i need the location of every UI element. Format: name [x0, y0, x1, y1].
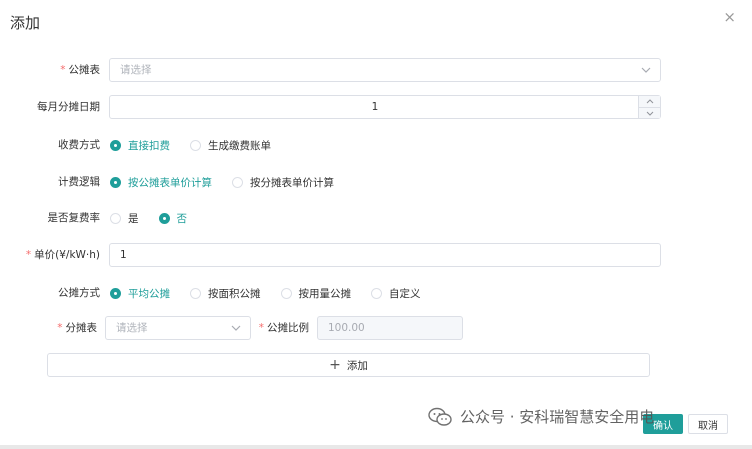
radio-label: 否: [176, 212, 188, 225]
radio-dot: [110, 139, 121, 151]
chevron-down-icon: [230, 317, 242, 339]
gongtan-table-placeholder: 请选择: [120, 64, 152, 76]
radio-custom[interactable]: 自定义: [371, 286, 421, 301]
chevron-down-icon: [640, 59, 652, 81]
radio-label: 是: [128, 212, 139, 225]
required-mark: *: [57, 322, 63, 334]
gongtan-table-select[interactable]: 请选择: [109, 58, 661, 82]
radio-dot: [190, 139, 201, 151]
radio-label: 按公摊表单价计算: [128, 176, 212, 189]
ratio-label: * 公摊比例: [259, 317, 309, 339]
radio-direct-deduct[interactable]: 直接扣费: [110, 138, 170, 153]
compound-rate-label: 是否复费率: [47, 212, 101, 224]
add-dialog: 添加 × * 公摊表 请选择 每月分摊日期 1 收费方式 直接扣费 生成缴费账单…: [0, 0, 752, 449]
watermark-text: 公众号 · 安科瑞智慧安全用电: [460, 408, 655, 426]
gongtan-method-row: 公摊方式 平均公摊 按面积公摊 按用量公摊 自定义: [0, 282, 752, 304]
monthly-date-value: 1: [371, 101, 379, 113]
cancel-button[interactable]: 取消: [688, 414, 728, 434]
wechat-icon: [428, 407, 452, 426]
charge-method-label: 收费方式: [58, 139, 100, 151]
radio-dot: [190, 287, 201, 299]
radio-dot: [280, 287, 292, 299]
fentan-select[interactable]: 请选择: [105, 316, 251, 340]
add-row-button[interactable]: + 添加: [47, 353, 650, 377]
dialog-title: 添加: [10, 14, 41, 32]
gongtan-table-label-text: 公摊表: [68, 64, 101, 76]
required-mark: *: [25, 249, 32, 261]
required-mark: *: [258, 322, 264, 334]
decrement-button[interactable]: [639, 107, 660, 118]
radio-dot: [371, 287, 382, 299]
radio-dot: [110, 287, 121, 299]
radio-label: 按面积公摊: [208, 287, 261, 300]
billing-logic-label: 计费逻辑: [58, 176, 100, 188]
charge-method-radio-group: 直接扣费 生成缴费账单: [110, 134, 291, 156]
chevron-down-icon: [646, 111, 653, 116]
gongtan-table-label: * 公摊表: [60, 59, 100, 81]
radio-generate-bill[interactable]: 生成缴费账单: [190, 138, 271, 153]
radio-dot: [232, 176, 243, 188]
plus-icon: +: [329, 357, 341, 373]
unit-price-row: * 单价(¥/kW·h) 1: [0, 243, 752, 267]
radio-label: 生成缴费账单: [208, 139, 271, 152]
radio-label: 按分摊表单价计算: [250, 176, 334, 189]
charge-method-row: 收费方式 直接扣费 生成缴费账单: [0, 134, 752, 156]
radio-label: 自定义: [389, 287, 421, 300]
radio-dot: [158, 212, 170, 224]
radio-by-usage[interactable]: 按用量公摊: [280, 286, 352, 301]
billing-logic-row: 计费逻辑 按公摊表单价计算 按分摊表单价计算: [0, 171, 752, 193]
stepper-buttons: [638, 96, 660, 118]
radio-yes[interactable]: 是: [110, 211, 139, 226]
unit-price-label: * 单价(¥/kW·h): [26, 244, 100, 266]
unit-price-input[interactable]: 1: [109, 243, 661, 267]
fentan-placeholder: 请选择: [116, 322, 148, 334]
gongtan-method-radio-group: 平均公摊 按面积公摊 按用量公摊 自定义: [110, 282, 441, 304]
radio-average[interactable]: 平均公摊: [110, 286, 170, 301]
gongtan-method-label: 公摊方式: [58, 287, 100, 299]
compound-rate-radio-group: 是 否: [110, 207, 207, 229]
radio-label: 平均公摊: [128, 287, 170, 300]
billing-logic-radio-group: 按公摊表单价计算 按分摊表单价计算: [110, 171, 354, 193]
radio-dot: [110, 176, 121, 188]
monthly-date-stepper[interactable]: 1: [109, 95, 661, 119]
radio-by-fentan-price[interactable]: 按分摊表单价计算: [232, 175, 334, 190]
unit-price-label-text: 单价(¥/kW·h): [34, 249, 100, 261]
unit-price-value: 1: [120, 249, 127, 261]
wechat-watermark: 公众号 · 安科瑞智慧安全用电: [428, 406, 654, 427]
compound-rate-row: 是否复费率 是 否: [0, 207, 752, 229]
monthly-date-label: 每月分摊日期: [37, 101, 100, 113]
radio-dot: [110, 212, 121, 224]
dialog-bottom-edge: [0, 445, 752, 449]
radio-label: 直接扣费: [128, 139, 170, 152]
required-mark: *: [60, 64, 66, 76]
gongtan-table-row: * 公摊表 请选择: [0, 58, 752, 82]
chevron-up-icon: [646, 99, 653, 104]
fentan-label-text: 分摊表: [65, 322, 98, 334]
monthly-date-row: 每月分摊日期 1: [0, 95, 752, 119]
fentan-label: * 分摊表: [57, 317, 97, 339]
close-icon[interactable]: ×: [723, 10, 736, 25]
ratio-input[interactable]: 100.00: [317, 316, 463, 340]
increment-button[interactable]: [639, 96, 660, 107]
ratio-label-text: 公摊比例: [267, 322, 309, 334]
add-row-label: 添加: [346, 359, 368, 372]
radio-label: 按用量公摊: [298, 287, 352, 300]
radio-no[interactable]: 否: [158, 211, 188, 226]
fentan-row: * 分摊表 请选择 * 公摊比例 100.00: [0, 316, 752, 340]
radio-by-gongtan-price[interactable]: 按公摊表单价计算: [110, 175, 212, 190]
radio-by-area[interactable]: 按面积公摊: [190, 286, 261, 301]
ratio-value: 100.00: [328, 322, 365, 334]
